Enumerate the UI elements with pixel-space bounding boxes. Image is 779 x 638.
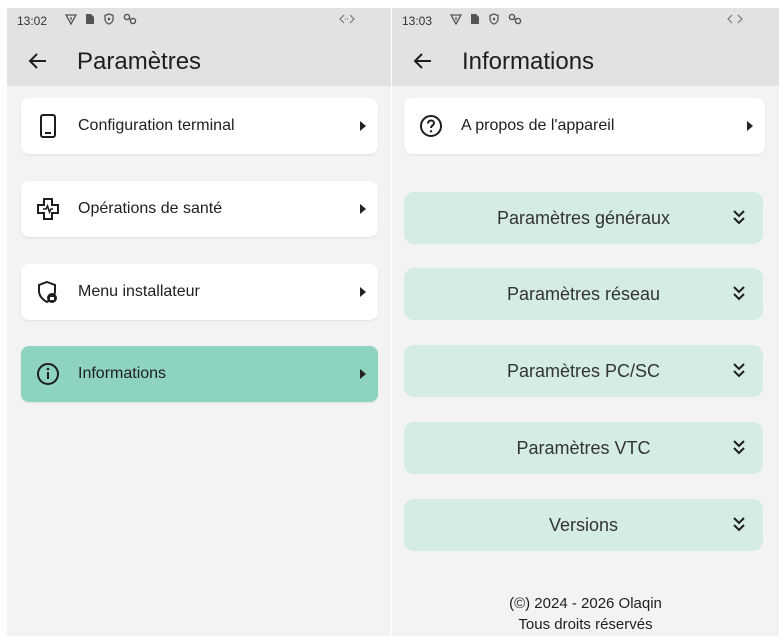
sim-card-icon xyxy=(85,13,95,29)
menu-item-operations-sante[interactable]: Opérations de santé xyxy=(21,181,378,237)
page-title: Paramètres xyxy=(77,48,202,75)
status-bar: 13:02 xyxy=(7,8,391,38)
menu-item-label: Menu installateur xyxy=(78,283,200,300)
info-icon xyxy=(35,361,61,387)
menu-item-label: Configuration terminal xyxy=(78,117,235,134)
vpn-icon xyxy=(449,13,463,29)
rights-line: Tous droits réservés xyxy=(518,616,653,633)
menu-item-configuration-terminal[interactable]: Configuration terminal xyxy=(21,98,378,154)
app-bar: Informations xyxy=(392,38,779,86)
copyright-line: (©) 2024 - 2026 Olaqin xyxy=(509,595,662,612)
status-time: 13:02 xyxy=(17,14,48,28)
back-button[interactable] xyxy=(23,46,53,76)
caret-right-icon xyxy=(360,121,366,131)
section-parametres-vtc[interactable]: Paramètres VTC xyxy=(404,422,763,474)
double-chevron-down-icon xyxy=(733,286,745,301)
arrow-back-icon xyxy=(413,53,431,69)
section-parametres-pcsc[interactable]: Paramètres PC/SC xyxy=(404,345,763,397)
settings-screen: 13:02 Paramètres Configuration terminal … xyxy=(7,8,391,636)
status-bar: 13:03 xyxy=(392,8,779,38)
arrow-back-icon xyxy=(28,53,46,69)
menu-item-label: Opérations de santé xyxy=(78,200,223,217)
phone-icon xyxy=(35,113,61,139)
status-time: 13:03 xyxy=(402,14,433,28)
section-label: Paramètres PC/SC xyxy=(506,361,661,381)
menu-item-informations[interactable]: Informations xyxy=(21,346,378,402)
section-label: Paramètres VTC xyxy=(516,438,651,458)
app-bar: Paramètres xyxy=(7,38,391,86)
section-parametres-reseau[interactable]: Paramètres réseau xyxy=(404,268,763,320)
section-parametres-generaux[interactable]: Paramètres généraux xyxy=(404,192,763,244)
shield-status-icon xyxy=(103,13,115,29)
link-icon xyxy=(508,13,522,29)
menu-item-label: Informations xyxy=(78,365,167,382)
vpn-icon xyxy=(64,13,78,29)
caret-right-icon xyxy=(360,287,366,297)
about-device-label: A propos de l'appareil xyxy=(461,117,615,134)
double-chevron-down-icon xyxy=(733,210,745,225)
health-cross-icon xyxy=(35,196,61,222)
data-transfer-icon xyxy=(339,14,355,27)
copyright-footer: (©) 2024 - 2026 Olaqin Tous droits réser… xyxy=(392,593,779,635)
shield-status-icon xyxy=(488,13,500,29)
section-versions[interactable]: Versions xyxy=(404,499,763,551)
caret-right-icon xyxy=(360,369,366,379)
help-circle-icon xyxy=(418,113,444,139)
link-icon xyxy=(123,13,137,29)
double-chevron-down-icon xyxy=(733,363,745,378)
sim-card-icon xyxy=(470,13,480,29)
section-label: Paramètres réseau xyxy=(506,284,661,304)
section-label: Paramètres généraux xyxy=(496,208,671,228)
back-button[interactable] xyxy=(408,46,438,76)
data-transfer-icon xyxy=(727,14,743,27)
menu-item-menu-installateur[interactable]: Menu installateur xyxy=(21,264,378,320)
informations-screen: 13:03 Informations A propos de l'apparei… xyxy=(392,8,779,636)
shield-lock-icon xyxy=(35,279,61,305)
about-device-item[interactable]: A propos de l'appareil xyxy=(404,98,765,154)
caret-right-icon xyxy=(747,121,753,131)
double-chevron-down-icon xyxy=(733,440,745,455)
caret-right-icon xyxy=(360,204,366,214)
page-title: Informations xyxy=(462,48,595,75)
section-label: Versions xyxy=(548,515,619,535)
double-chevron-down-icon xyxy=(733,517,745,532)
